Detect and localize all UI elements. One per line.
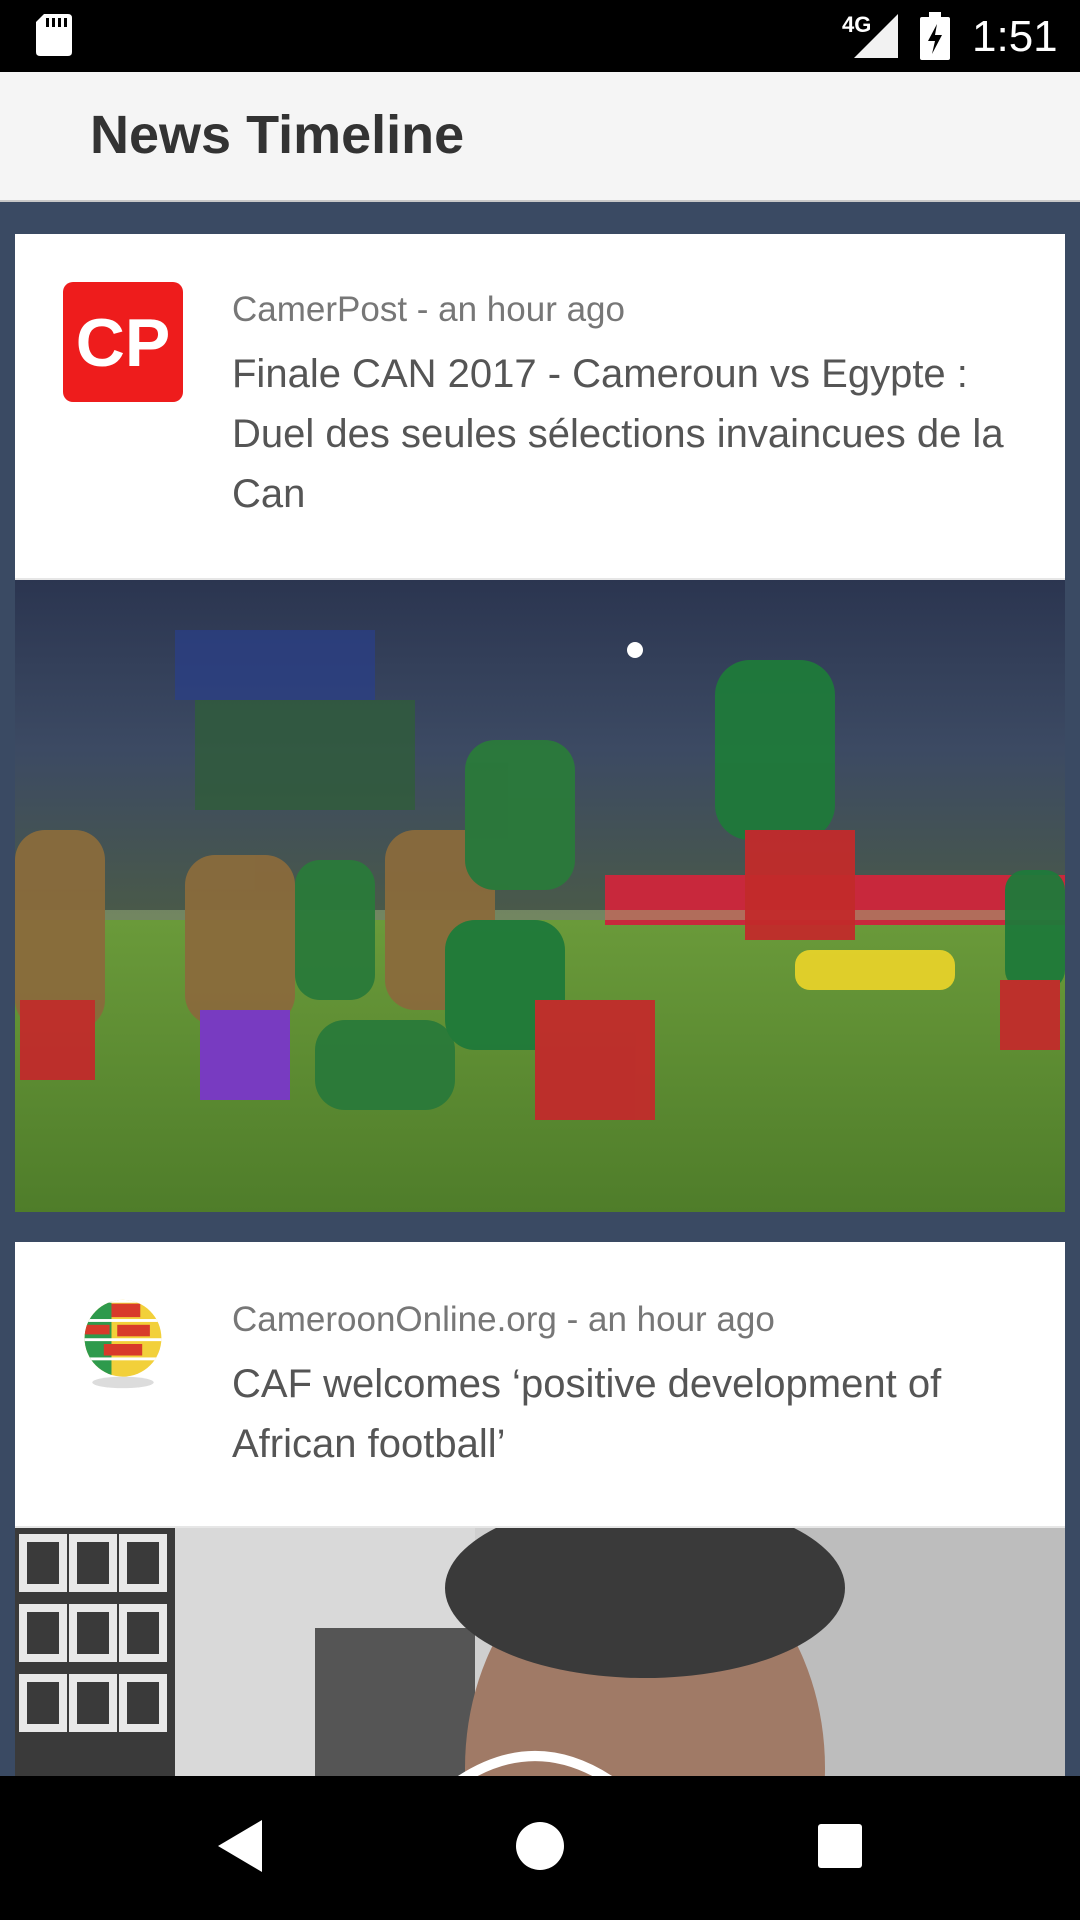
- back-icon[interactable]: [210, 1816, 270, 1876]
- page-title: News Timeline: [90, 105, 465, 165]
- clock: 1:51: [972, 12, 1058, 61]
- recents-icon[interactable]: [810, 1816, 870, 1876]
- news-image[interactable]: [15, 578, 1065, 1212]
- news-card-header[interactable]: CP CamerPost - an hour ago Finale CAN 20…: [15, 234, 1065, 578]
- sd-card-icon: [36, 14, 72, 56]
- screen: 4G 1:51 News Timeline CP CamerPost - an …: [0, 0, 1080, 1920]
- news-card[interactable]: CameroonOnline.org - an hour ago CAF wel…: [15, 1242, 1065, 1776]
- news-card-header[interactable]: CameroonOnline.org - an hour ago CAF wel…: [15, 1242, 1065, 1526]
- news-image[interactable]: [15, 1526, 1065, 1776]
- man-portrait-photo: [15, 1528, 1065, 1776]
- status-bar: 4G 1:51: [0, 0, 1080, 72]
- logo-text: CP: [76, 305, 170, 381]
- news-title[interactable]: CAF welcomes ‘positive development of Af…: [232, 1354, 1032, 1474]
- battery-charging-icon: [920, 12, 950, 60]
- news-card[interactable]: CP CamerPost - an hour ago Finale CAN 20…: [15, 234, 1065, 1212]
- news-source: CamerPost - an hour ago: [232, 290, 625, 329]
- home-icon[interactable]: [510, 1816, 570, 1876]
- camerpost-logo-icon: CP: [63, 282, 183, 402]
- news-source: CameroonOnline.org - an hour ago: [232, 1300, 775, 1339]
- app-bar: News Timeline: [0, 72, 1080, 202]
- cameroon-globe-logo-icon: [84, 1299, 162, 1389]
- football-celebration-photo: [15, 580, 1065, 1212]
- news-feed[interactable]: CP CamerPost - an hour ago Finale CAN 20…: [0, 202, 1080, 1776]
- signal-icon: [854, 14, 898, 58]
- navigation-bar: [0, 1776, 1080, 1920]
- news-title[interactable]: Finale CAN 2017 - Cameroun vs Egypte : D…: [232, 344, 1032, 524]
